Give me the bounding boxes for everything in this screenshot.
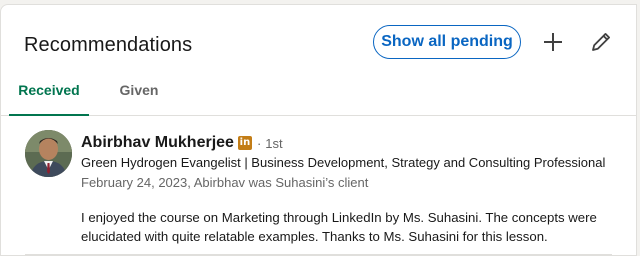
connection-degree: 1st — [265, 135, 283, 151]
avatar[interactable] — [25, 130, 72, 177]
plus-icon — [544, 33, 562, 51]
recommender-headline: Green Hydrogen Evangelist | Business Dev… — [81, 155, 606, 170]
linkedin-icon: in — [237, 136, 252, 150]
tab-received[interactable]: Received — [9, 65, 89, 116]
recommender-name[interactable]: Abirbhav Mukherjee — [81, 134, 234, 152]
show-all-pending-button[interactable]: Show all pending — [373, 25, 521, 59]
recommender-name-row: Abirbhav Mukherjee in · 1st — [81, 133, 283, 153]
section-title: Recommendations — [24, 34, 193, 56]
profile-photo — [25, 130, 72, 177]
divider — [25, 254, 612, 255]
edit-recommendations-button[interactable] — [586, 27, 616, 57]
separator-dot: · — [256, 135, 262, 151]
recommendation-meta: February 24, 2023, Abirbhav was Suhasini… — [81, 175, 369, 190]
recommendations-card: Recommendations Show all pending Receive… — [0, 4, 637, 256]
recommendation-text: I enjoyed the course on Marketing throug… — [81, 210, 597, 244]
add-recommendation-button[interactable] — [538, 27, 568, 57]
recommendation-item: Abirbhav Mukherjee in · 1st Green Hydrog… — [1, 116, 636, 255]
recommendation-tabs: Received Given — [1, 65, 636, 116]
pencil-icon — [592, 33, 610, 51]
tab-given[interactable]: Given — [105, 65, 173, 115]
